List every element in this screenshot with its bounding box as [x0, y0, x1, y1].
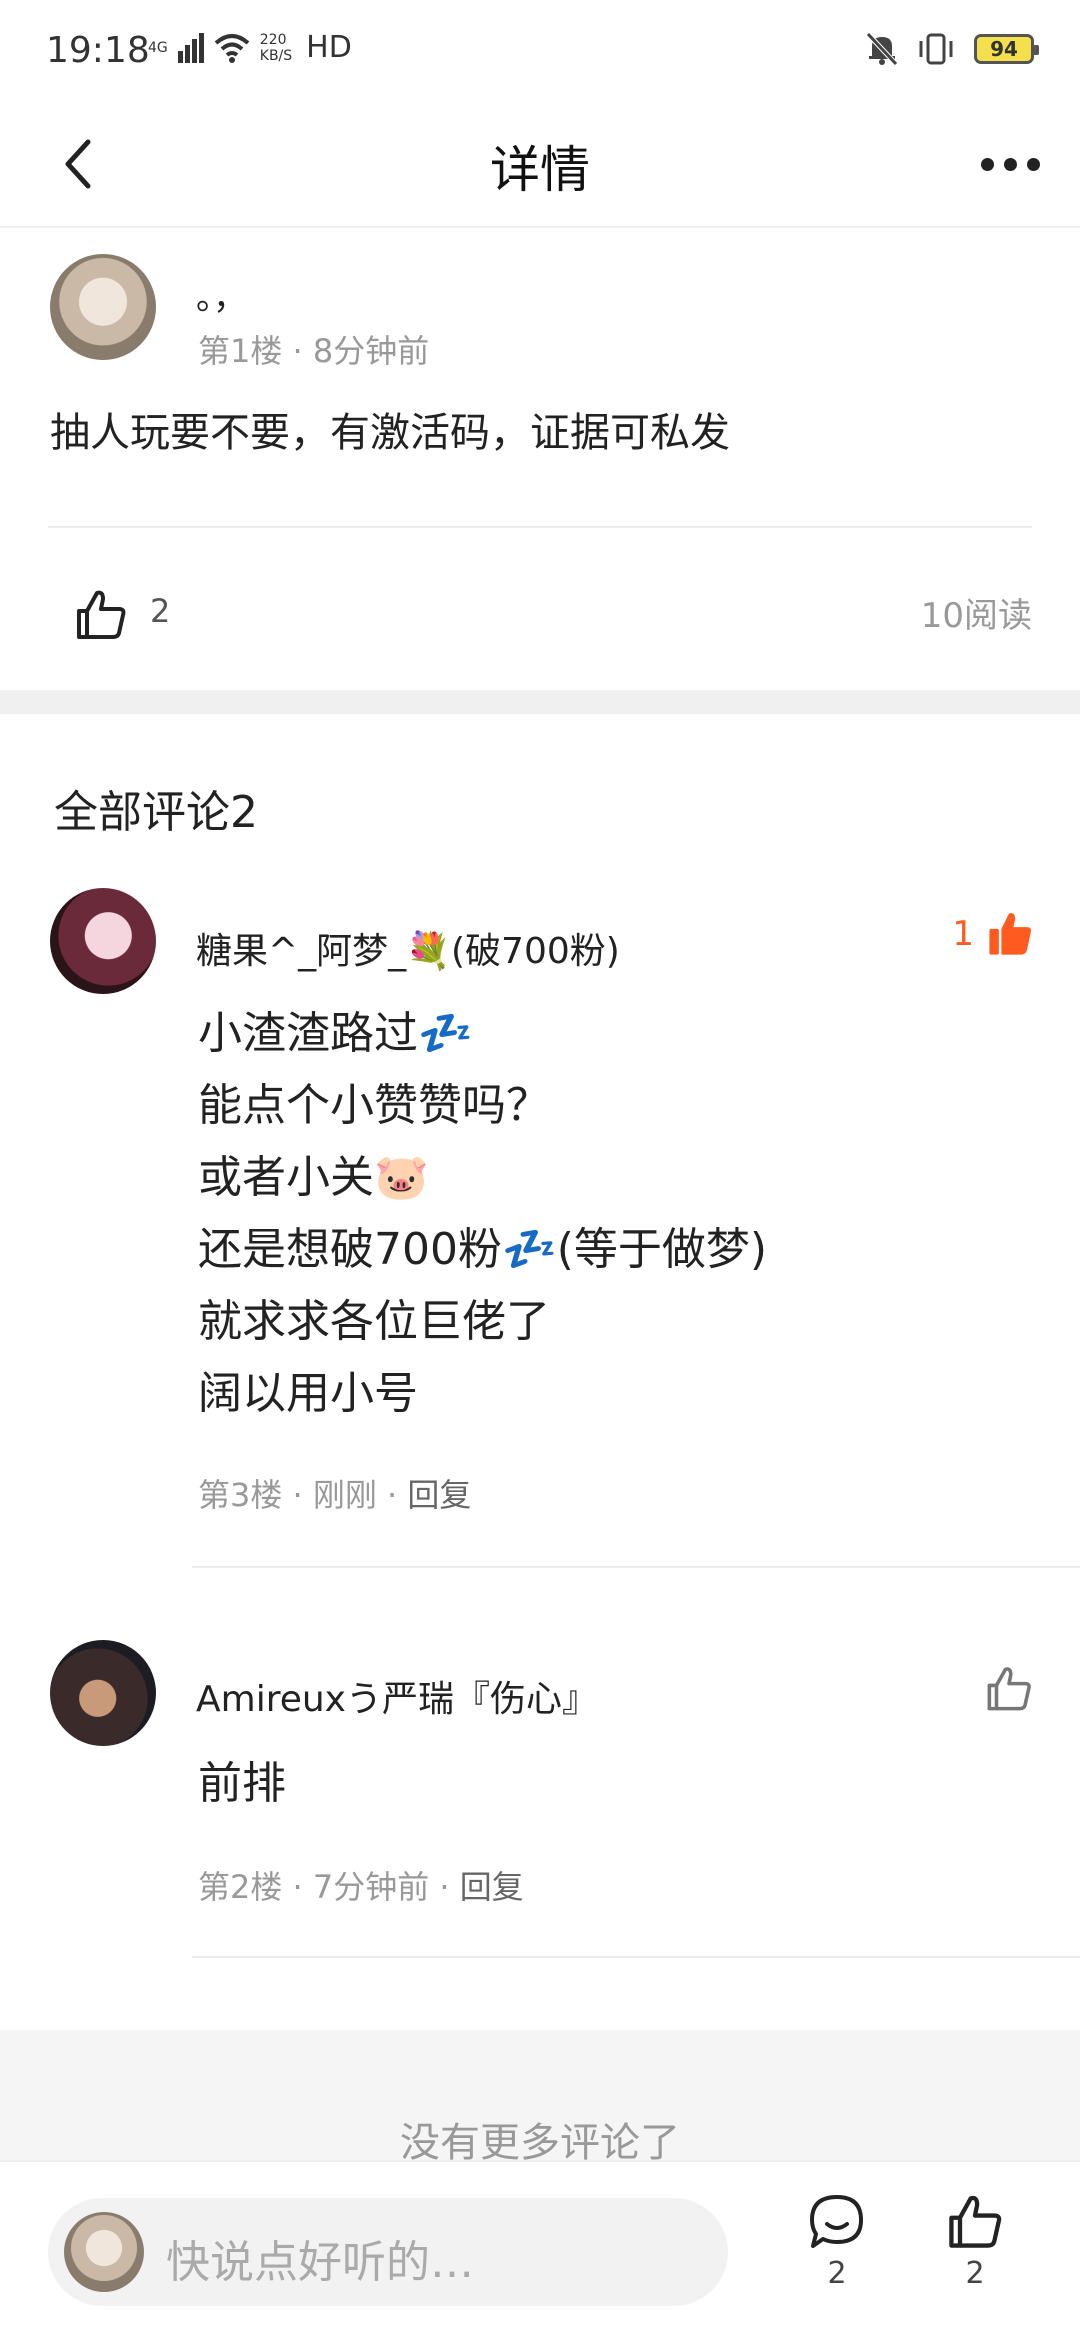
comment-avatar[interactable] [50, 1640, 156, 1746]
hd-label: HD [306, 30, 352, 65]
comment-like-button[interactable] [984, 1664, 1034, 1714]
top-nav-bar: 详情 [0, 100, 1080, 228]
comment-avatar[interactable] [50, 888, 156, 994]
my-avatar [64, 2212, 144, 2292]
net-speed: 220 KB/S [260, 32, 292, 64]
comments-title: 全部评论2 [54, 787, 258, 838]
comment-line: 前排 [198, 1758, 286, 1809]
like-button[interactable]: 2 [930, 2192, 1020, 2291]
bottom-action-bar: 快说点好听的… 2 2 [0, 2160, 1080, 2340]
status-right-icons: 94 [866, 32, 1039, 66]
thumb-up-icon [949, 2195, 1002, 2248]
status-left-icons: 4G 220 KB/S HD [148, 30, 352, 65]
net-speed-unit: KB/S [259, 47, 293, 64]
comment-input-placeholder: 快说点好听的… [166, 2237, 474, 2288]
comment-reply-button[interactable]: 回复 [407, 1476, 471, 1514]
post-author-avatar[interactable] [50, 254, 156, 360]
signal-icon [177, 32, 204, 63]
comment-bubble-icon [810, 2195, 863, 2248]
comment-meta: 第3楼 · 刚刚 · 回复 [198, 1470, 471, 1516]
post-read-count: 10阅读 [920, 596, 1032, 636]
comment-like-button[interactable]: 1 [952, 910, 1034, 958]
comment-floor-time: 第2楼 · 7分钟前 · [198, 1868, 450, 1906]
comment-line: 就求求各位巨佬了 [198, 1296, 550, 1347]
post-like-count: 2 [150, 592, 171, 630]
divider [48, 526, 1032, 528]
comment-meta: 第2楼 · 7分钟前 · 回复 [198, 1862, 524, 1908]
page-title: 详情 [490, 141, 590, 199]
mute-bell-icon [866, 32, 898, 66]
thumb-up-icon [987, 1667, 1031, 1711]
like-count: 2 [965, 2256, 985, 2291]
comment-text: 小渣渣路过💤 能点个小赞赞吗？ 或者小关🐷 还是想破700粉💤(等于做梦) 就求… [198, 998, 767, 1430]
comment-line: 或者小关🐷 [198, 1152, 429, 1203]
comment-text: 前排 [198, 1748, 286, 1820]
comment-reply-button[interactable]: 回复 [460, 1868, 524, 1906]
comment-floor-time: 第3楼 · 刚刚 · [198, 1476, 398, 1514]
comment-line: 还是想破700粉💤(等于做梦) [198, 1224, 768, 1275]
thumb-up-icon [77, 590, 126, 639]
post-author-name[interactable]: 。， [196, 270, 247, 319]
section-separator [0, 690, 1080, 714]
divider [192, 1956, 1080, 1958]
network-type: 4G [148, 40, 168, 56]
more-button[interactable] [970, 134, 1050, 194]
net-speed-value: 220 [259, 31, 287, 48]
status-time: 19:18 [46, 30, 150, 71]
battery-indicator: 94 [974, 34, 1039, 64]
comment-count: 2 [827, 2256, 847, 2291]
comments-button[interactable]: 2 [792, 2192, 882, 2291]
thumb-up-filled-icon [989, 913, 1031, 955]
comment-like-count: 1 [952, 914, 974, 954]
more-dot [1003, 157, 1017, 171]
comment-line: 能点个小赞赞吗？ [198, 1080, 550, 1131]
wifi-icon [214, 33, 250, 63]
post-like-button[interactable] [66, 580, 136, 650]
comment-input[interactable]: 快说点好听的… [48, 2198, 728, 2306]
post-meta: 第1楼 · 8分钟前 [198, 332, 430, 370]
more-dot [1026, 157, 1040, 171]
comment-author-name[interactable]: 糖果^_阿梦_💐(破700粉) [196, 922, 620, 974]
status-bar: 19:18 4G 220 KB/S HD 94 [0, 0, 1080, 100]
network-label: 4G [148, 39, 168, 56]
more-dot [980, 157, 994, 171]
divider [192, 1566, 1080, 1568]
comment-line: 小渣渣路过💤 [198, 1008, 473, 1059]
comment-author-name[interactable]: Amireuxう严瑞『伤心』 [196, 1670, 598, 1722]
comment-line: 阔以用小号 [198, 1368, 418, 1419]
vibrate-icon [919, 33, 953, 65]
post-body: 抽人玩要不要，有激活码，证据可私发 [50, 410, 730, 456]
